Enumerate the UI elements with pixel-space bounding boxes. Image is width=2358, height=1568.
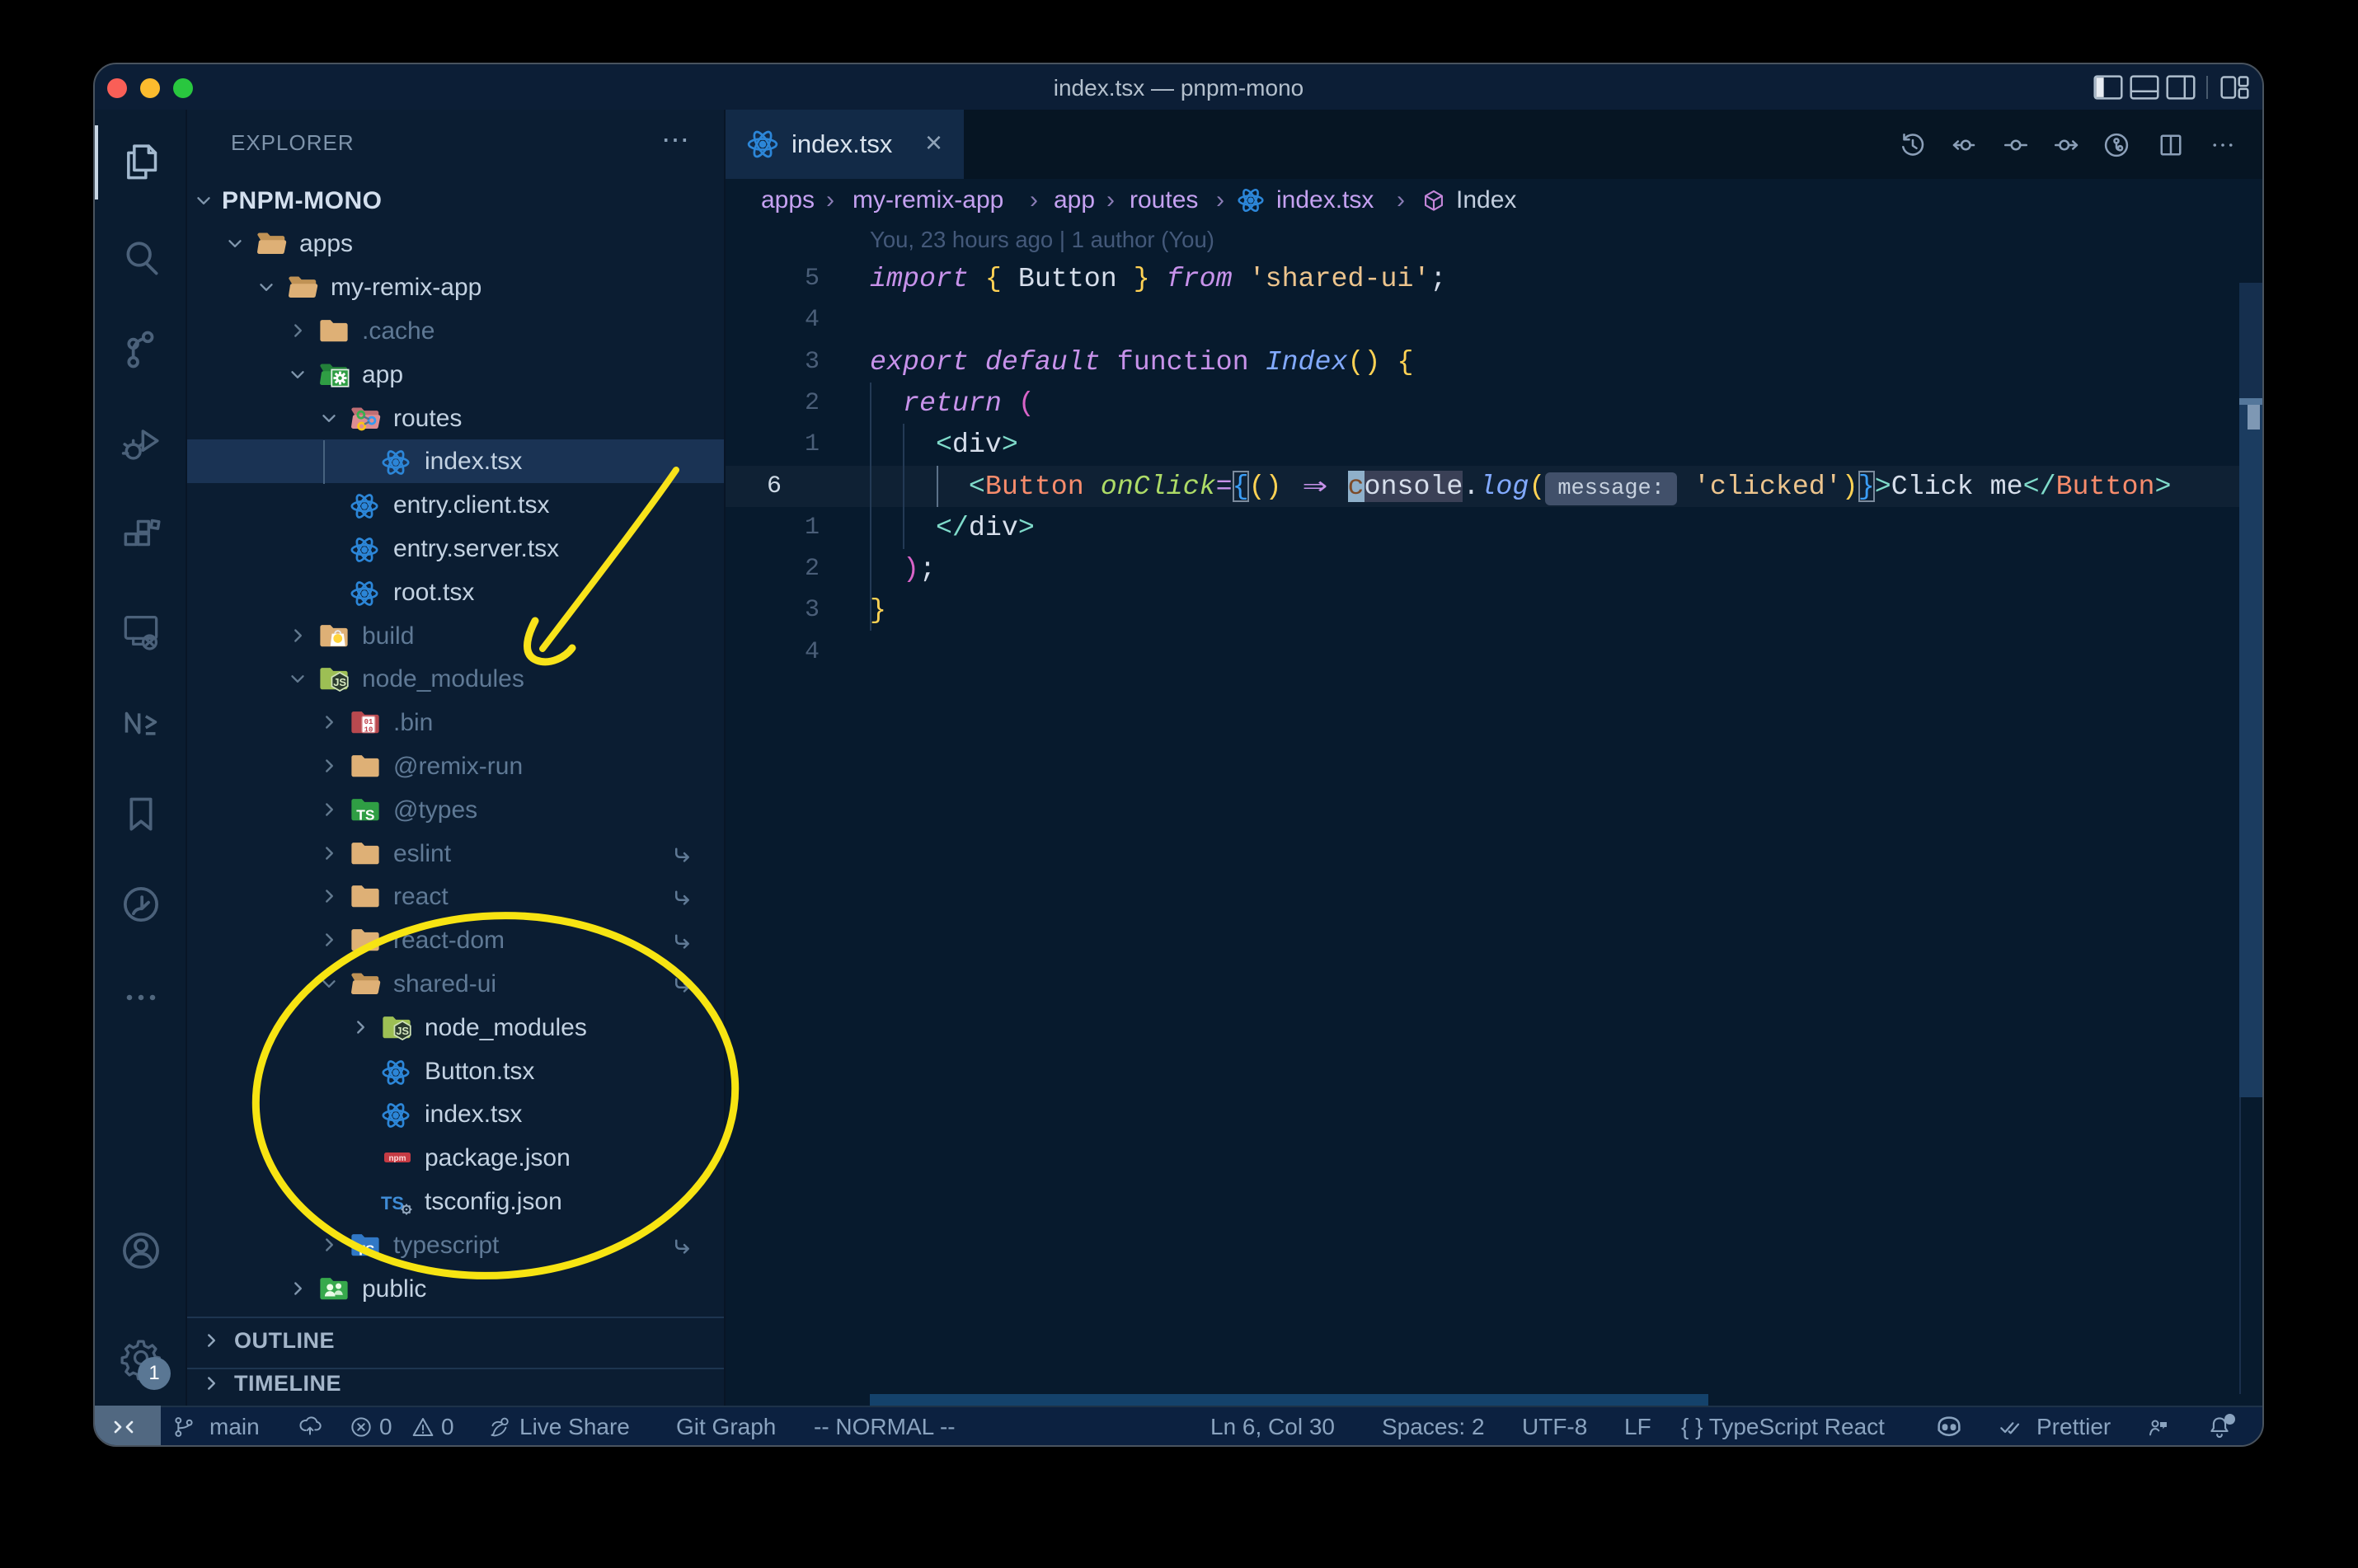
svg-text:10: 10 <box>364 726 373 735</box>
svg-text:npm: npm <box>388 1154 406 1163</box>
svg-text:TS: TS <box>381 1193 404 1214</box>
svg-text:TS: TS <box>356 806 374 823</box>
svg-text:TS: TS <box>356 1242 374 1258</box>
svg-text:JS: JS <box>333 676 346 688</box>
svg-text:JS: JS <box>396 1025 409 1037</box>
